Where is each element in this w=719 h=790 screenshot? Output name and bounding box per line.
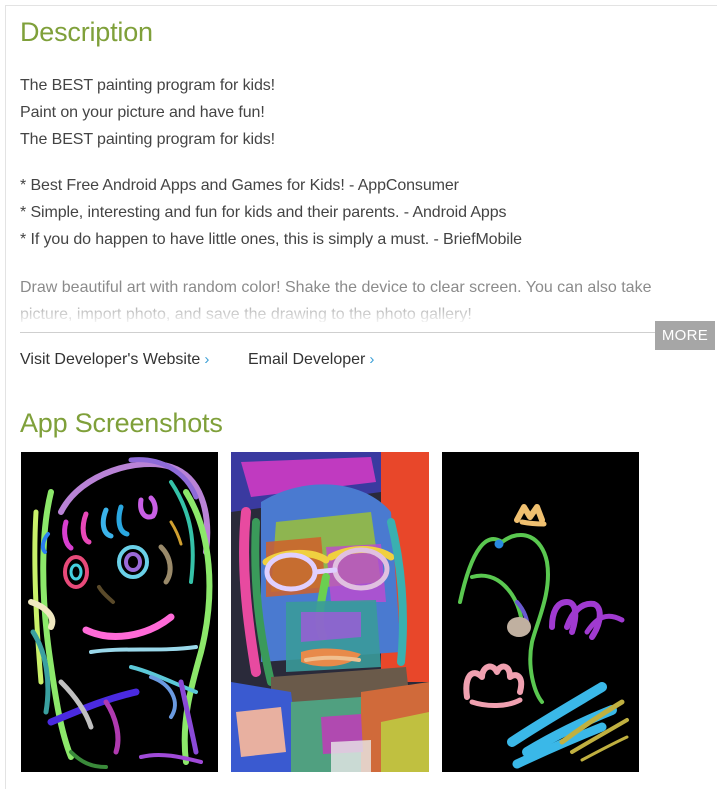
screenshot-colorful-portrait [231, 452, 429, 772]
review-quote: * Best Free Android Apps and Games for K… [20, 177, 459, 194]
email-developer-link[interactable]: Email Developer › [248, 351, 374, 369]
description-line: Paint on your picture and have fun! [20, 104, 265, 121]
review-quote: * Simple, interesting and fun for kids a… [20, 204, 507, 221]
screenshot-thumbnail-3[interactable] [442, 452, 639, 772]
screenshot-scribble-girl [28, 457, 213, 769]
description-body: Draw beautiful art with random color! Sh… [20, 274, 700, 322]
visit-developer-website-label: Visit Developer's Website [20, 351, 201, 368]
chevron-right-icon: › [204, 351, 210, 368]
screenshot-thumbnail-1[interactable] [21, 452, 218, 772]
description-body-line: Draw beautiful art with random color! Sh… [20, 279, 652, 296]
description-heading: Description [20, 17, 153, 47]
divider [20, 332, 656, 333]
chevron-right-icon: › [369, 351, 375, 368]
description-body-line: picture, import photo, and save the draw… [20, 306, 472, 322]
screenshot-thumbnail-2[interactable] [231, 452, 429, 772]
visit-developer-website-link[interactable]: Visit Developer's Website › [20, 351, 209, 369]
email-developer-label: Email Developer [248, 351, 366, 368]
description-line: The BEST painting program for kids! [20, 131, 275, 148]
screenshot-swan-drawing [458, 504, 629, 769]
review-quote: * If you do happen to have little ones, … [20, 231, 522, 248]
screenshots-heading: App Screenshots [20, 408, 223, 438]
description-line: The BEST painting program for kids! [20, 77, 275, 94]
more-button[interactable]: MORE [655, 321, 715, 350]
